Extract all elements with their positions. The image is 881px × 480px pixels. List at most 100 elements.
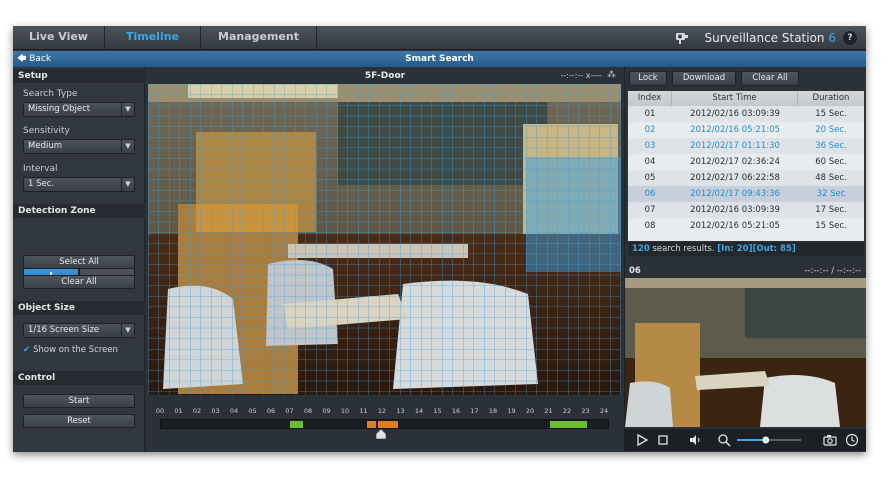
cell-duration: 48 Sec.: [815, 173, 847, 183]
table-row[interactable]: 07 2012/02/16 03:09:39 17 Sec.: [628, 202, 864, 218]
player-controls: [625, 429, 866, 451]
cell-start: 2012/02/16 03:09:39: [690, 205, 780, 215]
cell-index: 04: [644, 157, 656, 167]
back-arrow-icon: 🡄: [17, 54, 27, 64]
cell-index: 01: [644, 109, 656, 119]
sensitivity-select[interactable]: Medium ▼: [23, 139, 135, 154]
playhead-marker-icon[interactable]: [375, 429, 386, 439]
detection-zone-heading: Detection Zone: [13, 204, 145, 218]
help-icon[interactable]: ?: [843, 31, 857, 45]
timeline-track[interactable]: [160, 419, 609, 429]
clear-all-results-button[interactable]: Clear All: [741, 71, 799, 86]
back-button[interactable]: 🡄 Back: [17, 52, 51, 66]
timeline-hour-labels: 00 01 02 03 04 05 06 07 08 09 10 11 12 13 14 15 16 17 18 19…: [152, 407, 612, 419]
timeline-hour-label: 16: [451, 407, 461, 415]
results-summary: 120 search results. [In: 20][Out: 85]: [628, 242, 864, 256]
cell-index: 03: [644, 141, 656, 151]
search-type-value: Missing Object: [28, 104, 91, 114]
volume-slider[interactable]: [737, 433, 801, 447]
cell-index: 08: [644, 221, 656, 231]
timeline-result-segment[interactable]: [377, 421, 399, 428]
timeline-hour-label: 07: [285, 407, 294, 415]
play-icon[interactable]: [635, 433, 649, 447]
sensitivity-label: Sensitivity: [23, 126, 70, 136]
interval-select[interactable]: 1 Sec. ▼: [23, 177, 135, 192]
cell-duration: 60 Sec.: [815, 157, 847, 167]
timeline-hour-label: 20: [525, 407, 535, 415]
timeline-hour-label: 13: [396, 407, 405, 415]
timeline-hour-label: 17: [470, 407, 479, 415]
timeline-hour-label: 22: [562, 407, 572, 415]
timeline-hour-label: 24: [599, 407, 609, 415]
detection-grid[interactable]: [148, 84, 621, 395]
lock-button[interactable]: Lock: [629, 71, 667, 86]
cell-index: 07: [644, 205, 656, 215]
show-on-screen-checkbox[interactable]: ✔ Show on the Screen: [23, 345, 118, 355]
preview-video[interactable]: [625, 278, 866, 427]
reset-button[interactable]: Reset: [23, 414, 135, 428]
results-table: Index Start Time Duration 01 2012/02/16 0…: [628, 91, 864, 241]
clear-all-zones-button[interactable]: Clear All: [23, 275, 135, 289]
table-row[interactable]: 06 2012/02/17 09:43:36 32 Sec: [628, 186, 864, 202]
cell-duration: 15 Sec.: [815, 109, 847, 119]
back-label: Back: [29, 54, 52, 64]
start-button[interactable]: Start: [23, 394, 135, 408]
search-type-select[interactable]: Missing Object ▼: [23, 102, 135, 117]
cell-duration: 15 Sec.: [815, 221, 847, 231]
control-heading: Control: [13, 371, 145, 385]
results-in: [In: 20]: [717, 244, 753, 254]
timeline-hour-label: 23: [581, 407, 590, 415]
timeline-result-segment[interactable]: [366, 421, 377, 428]
volume-knob[interactable]: [762, 436, 770, 444]
download-button[interactable]: Download: [672, 71, 736, 86]
results-out: [Out: 85]: [752, 244, 796, 254]
camera-video-frame[interactable]: [148, 84, 621, 395]
preview-ceiling: [625, 278, 866, 288]
camera-logo-icon: [676, 33, 688, 44]
column-duration[interactable]: Duration: [798, 91, 864, 106]
volume-fill: [737, 439, 766, 441]
table-row[interactable]: 03 2012/02/17 01:11:30 36 Sec.: [628, 138, 864, 154]
tab-live-view[interactable]: Live View: [13, 26, 105, 50]
cell-start: 2012/02/17 09:43:36: [690, 189, 780, 199]
chevron-down-icon: ▼: [121, 324, 134, 337]
table-row[interactable]: 08 2012/02/16 05:21:05 15 Sec.: [628, 218, 864, 234]
chevron-down-icon: ▼: [121, 103, 134, 116]
object-size-heading: Object Size: [13, 301, 145, 315]
clock-icon[interactable]: [845, 433, 859, 447]
object-size-select[interactable]: 1/16 Screen Size ▼: [23, 323, 135, 338]
stop-icon[interactable]: [656, 433, 670, 447]
camera-timestamp: --:--:-- x----: [560, 71, 602, 80]
cell-duration: 32 Sec: [816, 189, 846, 199]
preview-header: 06 --:--:-- / --:--:--: [625, 264, 866, 278]
brand-name: Surveillance Station: [704, 31, 825, 45]
cell-start: 2012/02/17 01:11:30: [690, 141, 780, 151]
brand-title: Surveillance Station 6: [704, 29, 836, 47]
snapshot-camera-icon[interactable]: [823, 433, 837, 447]
results-text: search results.: [649, 244, 718, 254]
timeline-event-segment[interactable]: [290, 421, 303, 428]
table-row[interactable]: 05 2012/02/17 06:22:58 48 Sec.: [628, 170, 864, 186]
timeline-hour-label: 19: [507, 407, 516, 415]
tab-timeline[interactable]: Timeline: [105, 26, 201, 50]
table-row[interactable]: 04 2012/02/17 02:36:24 60 Sec.: [628, 154, 864, 170]
cell-start: 2012/02/16 05:21:05: [690, 125, 780, 135]
select-all-button[interactable]: Select All: [23, 255, 135, 269]
timeline-hour-label: 04: [229, 407, 239, 415]
interval-value: 1 Sec.: [28, 179, 55, 189]
cell-start: 2012/02/17 02:36:24: [690, 157, 780, 167]
timeline-hour-label: 01: [174, 407, 183, 415]
volume-icon[interactable]: [688, 433, 702, 447]
timeline-hour-label: 03: [211, 407, 220, 415]
table-row[interactable]: 01 2012/02/16 03:09:39 15 Sec.: [628, 106, 864, 122]
sensitivity-value: Medium: [28, 141, 62, 151]
timeline-hour-label: 06: [266, 407, 276, 415]
tab-management[interactable]: Management: [201, 26, 317, 50]
zoom-icon[interactable]: [717, 433, 731, 447]
column-index[interactable]: Index: [628, 91, 672, 106]
timeline-event-segment[interactable]: [550, 421, 587, 428]
cell-index: 06: [644, 189, 656, 199]
table-row[interactable]: 02 2012/02/16 05:21:05 20 Sec.: [628, 122, 864, 138]
column-start-time[interactable]: Start Time: [672, 91, 798, 106]
results-count: 120: [632, 244, 650, 254]
